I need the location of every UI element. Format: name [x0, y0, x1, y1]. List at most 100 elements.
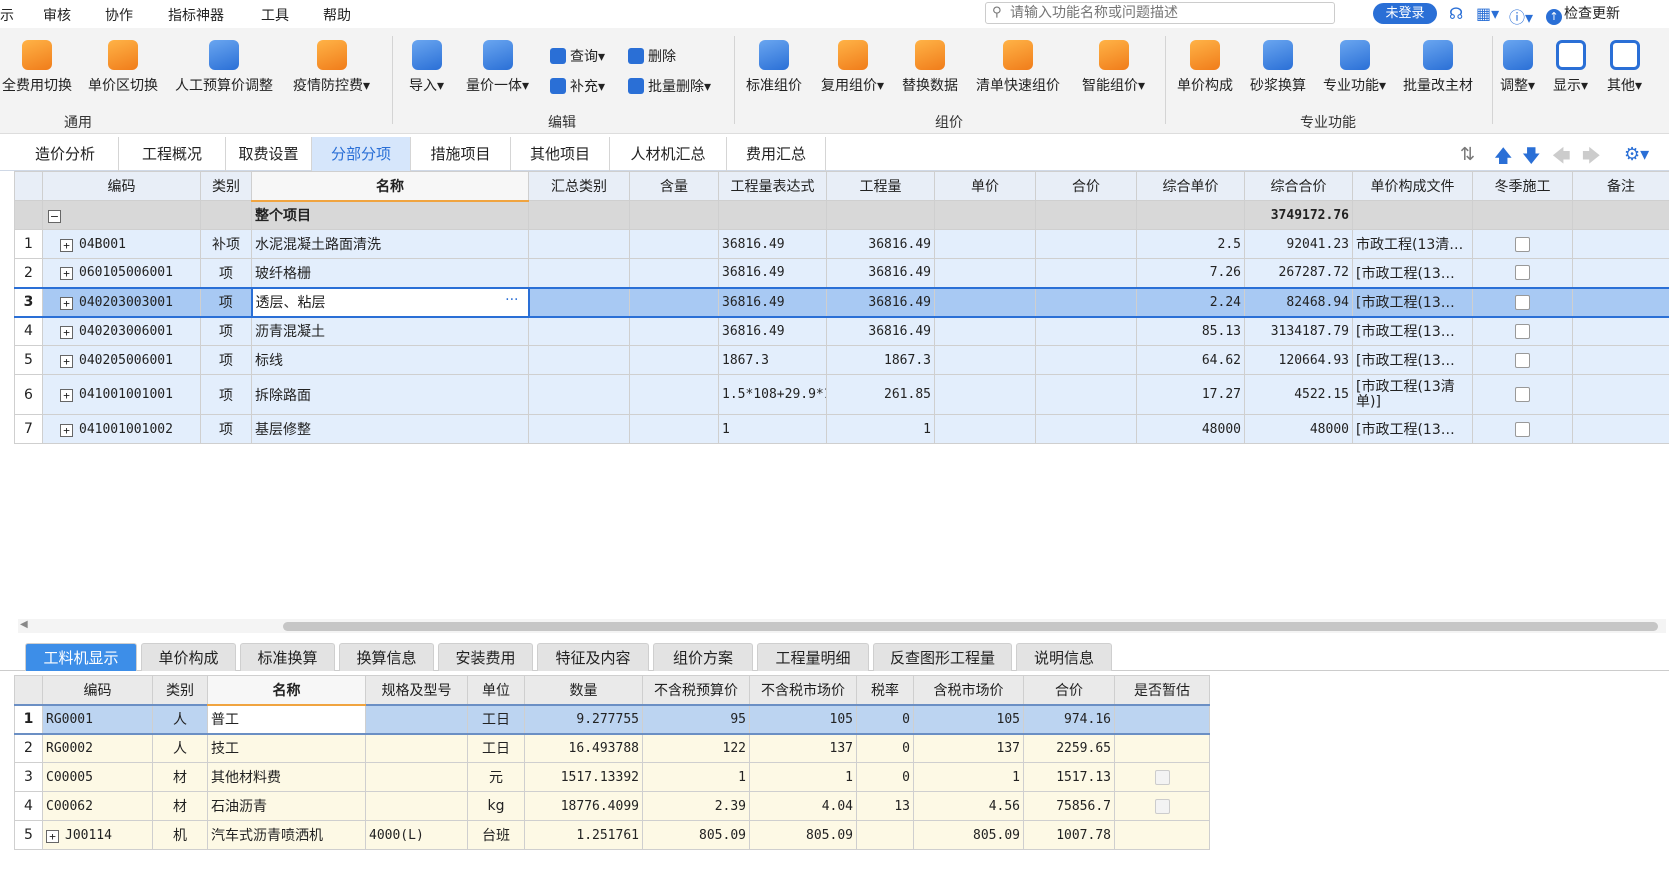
header-unit[interactable]: 单位 — [467, 675, 525, 705]
table-row[interactable]: 4 +040203006001 项 沥青混凝土 36816.49 36816.4… — [14, 316, 1669, 346]
item-price-file[interactable]: [市政工程(13… — [1352, 345, 1473, 375]
expand-icon[interactable]: + — [60, 296, 73, 310]
material-code[interactable]: RG0001 — [42, 703, 153, 735]
item-total-price[interactable] — [1035, 229, 1137, 259]
item-composite-total[interactable]: 3134187.79 — [1244, 316, 1353, 346]
header-summary-category[interactable]: 汇总类别 — [528, 171, 630, 201]
winter-construction-checkbox[interactable] — [1515, 265, 1530, 281]
header-provisional[interactable]: 是否暂估 — [1114, 675, 1210, 705]
check-update-button[interactable]: ↑ 检查更新 — [1546, 3, 1620, 25]
settings-icon[interactable]: ⚙▾ — [1624, 144, 1649, 165]
item-composite-unit-price[interactable]: 7.26 — [1136, 258, 1245, 288]
item-remarks[interactable] — [1572, 374, 1669, 415]
item-composite-total[interactable]: 267287.72 — [1244, 258, 1353, 288]
item-remarks[interactable] — [1572, 229, 1669, 259]
item-code[interactable]: +041001001001 — [42, 374, 201, 415]
item-quantity[interactable]: 1 — [826, 414, 935, 444]
item-quantity[interactable]: 36816.49 — [826, 286, 935, 318]
material-total[interactable]: 1007.78 — [1023, 820, 1115, 850]
material-provisional[interactable] — [1114, 703, 1210, 735]
item-type[interactable]: 项 — [200, 414, 252, 444]
menu-item-help[interactable]: 帮助 — [323, 5, 351, 25]
function-search-box[interactable]: ⚲ — [985, 2, 1335, 24]
item-name[interactable]: 沥青混凝土 — [251, 316, 529, 346]
item-code[interactable]: +040203003001 — [42, 286, 201, 318]
item-remarks[interactable] — [1572, 316, 1669, 346]
tab-features-content[interactable]: 特征及内容 — [537, 643, 649, 671]
item-summary-category[interactable] — [528, 345, 630, 375]
item-qty-expression[interactable]: 1867.3 — [718, 345, 827, 375]
item-composite-unit-price[interactable]: 2.24 — [1136, 286, 1245, 318]
table-row[interactable]: 1 +04B001 补项 水泥混凝土路面清洗 36816.49 36816.49… — [14, 229, 1669, 259]
arrow-left-icon[interactable]: 🡄 — [1552, 144, 1571, 174]
item-qty-expression[interactable]: 1.5*108+29.9*1.5+55 — [718, 374, 827, 415]
item-unit-price[interactable] — [934, 258, 1036, 288]
item-total-price[interactable] — [1035, 286, 1137, 318]
full-cost-switch-button[interactable]: 全费用切换 — [2, 40, 72, 95]
item-total-price[interactable] — [1035, 374, 1137, 415]
material-market-price[interactable]: 4.04 — [749, 791, 857, 821]
material-unit[interactable]: kg — [467, 791, 525, 821]
item-unit-price[interactable] — [934, 286, 1036, 318]
material-market-price-inc-tax[interactable]: 4.56 — [913, 791, 1024, 821]
item-unit-price[interactable] — [934, 345, 1036, 375]
item-price-file[interactable]: [市政工程(13… — [1352, 286, 1473, 318]
material-name[interactable]: 普工 — [207, 703, 366, 735]
replace-data-button[interactable]: 替换数据 — [902, 40, 958, 95]
menu-item-tools[interactable]: 工具 — [261, 5, 289, 25]
import-button[interactable]: 导入▾ — [409, 40, 444, 95]
item-qty-expression[interactable]: 36816.49 — [718, 286, 827, 318]
item-summary-category[interactable] — [528, 229, 630, 259]
table-row[interactable]: 2 RG0002 人 技工 工日 16.493788 122 137 0 137… — [14, 733, 1210, 763]
menu-item-index[interactable]: 指标神器 — [168, 5, 224, 25]
info-icon[interactable]: ⓘ▾ — [1509, 4, 1533, 28]
material-tax-rate[interactable]: 0 — [856, 733, 914, 763]
item-composite-total[interactable]: 4522.15 — [1244, 374, 1353, 415]
material-name[interactable]: 汽车式沥青喷洒机 — [207, 820, 366, 850]
item-composite-total[interactable]: 92041.23 — [1244, 229, 1353, 259]
item-unit-price[interactable] — [934, 414, 1036, 444]
tab-fee-summary[interactable]: 费用汇总 — [727, 137, 826, 171]
item-content[interactable] — [629, 374, 719, 415]
material-total[interactable]: 2259.65 — [1023, 733, 1115, 763]
item-total-price[interactable] — [1035, 258, 1137, 288]
header-price-file[interactable]: 单价构成文件 — [1352, 171, 1473, 201]
item-code[interactable]: +041001001002 — [42, 414, 201, 444]
material-provisional[interactable] — [1114, 733, 1210, 763]
item-name[interactable]: 标线 — [251, 345, 529, 375]
tab-reverse-lookup[interactable]: 反查图形工程量 — [873, 643, 1012, 671]
apps-grid-icon[interactable]: ▦▾ — [1476, 4, 1499, 23]
header-market-price-ex-tax[interactable]: 不含税市场价 — [749, 675, 857, 705]
item-code[interactable]: +060105006001 — [42, 258, 201, 288]
login-status-button[interactable]: 未登录 — [1373, 3, 1437, 24]
menu-item-review[interactable]: 审核 — [43, 5, 71, 25]
material-name[interactable]: 石油沥青 — [207, 791, 366, 821]
item-summary-category[interactable] — [528, 374, 630, 415]
material-market-price[interactable]: 137 — [749, 733, 857, 763]
item-total-price[interactable] — [1035, 414, 1137, 444]
batch-delete-button[interactable]: 批量删除▾ — [628, 76, 711, 96]
tab-standard-conversion[interactable]: 标准换算 — [240, 643, 335, 671]
material-type[interactable]: 材 — [152, 791, 208, 821]
header-name[interactable]: 名称 — [207, 675, 366, 706]
material-spec[interactable]: 4000(L) — [365, 820, 468, 850]
material-code[interactable]: C00005 — [42, 762, 153, 792]
item-code[interactable]: +040205006001 — [42, 345, 201, 375]
provisional-checkbox[interactable] — [1154, 798, 1170, 814]
tab-measures[interactable]: 措施项目 — [411, 137, 511, 171]
tab-unit-price-composition[interactable]: 单价构成 — [141, 643, 236, 671]
item-name[interactable]: 拆除路面 — [251, 374, 529, 415]
expand-icon[interactable]: + — [60, 325, 73, 339]
item-price-file[interactable]: [市政工程(13… — [1352, 414, 1473, 444]
material-unit[interactable]: 工日 — [467, 703, 525, 735]
item-quantity[interactable]: 36816.49 — [826, 316, 935, 346]
item-name[interactable]: 水泥混凝土路面清洗 — [251, 229, 529, 259]
header-composite-unit-price[interactable]: 综合单价 — [1136, 171, 1245, 201]
winter-construction-checkbox[interactable] — [1515, 294, 1530, 310]
function-search-input[interactable] — [1010, 4, 1330, 22]
table-row[interactable]: 7 +041001001002 项 基层修整 1 1 48000 48000 [… — [14, 414, 1669, 444]
header-name[interactable]: 名称 — [251, 171, 529, 202]
item-summary-category[interactable] — [528, 414, 630, 444]
table-row[interactable]: 3 C00005 材 其他材料费 元 1517.13392 1 1 0 1 15… — [14, 762, 1210, 792]
material-budget-price[interactable]: 122 — [642, 733, 750, 763]
